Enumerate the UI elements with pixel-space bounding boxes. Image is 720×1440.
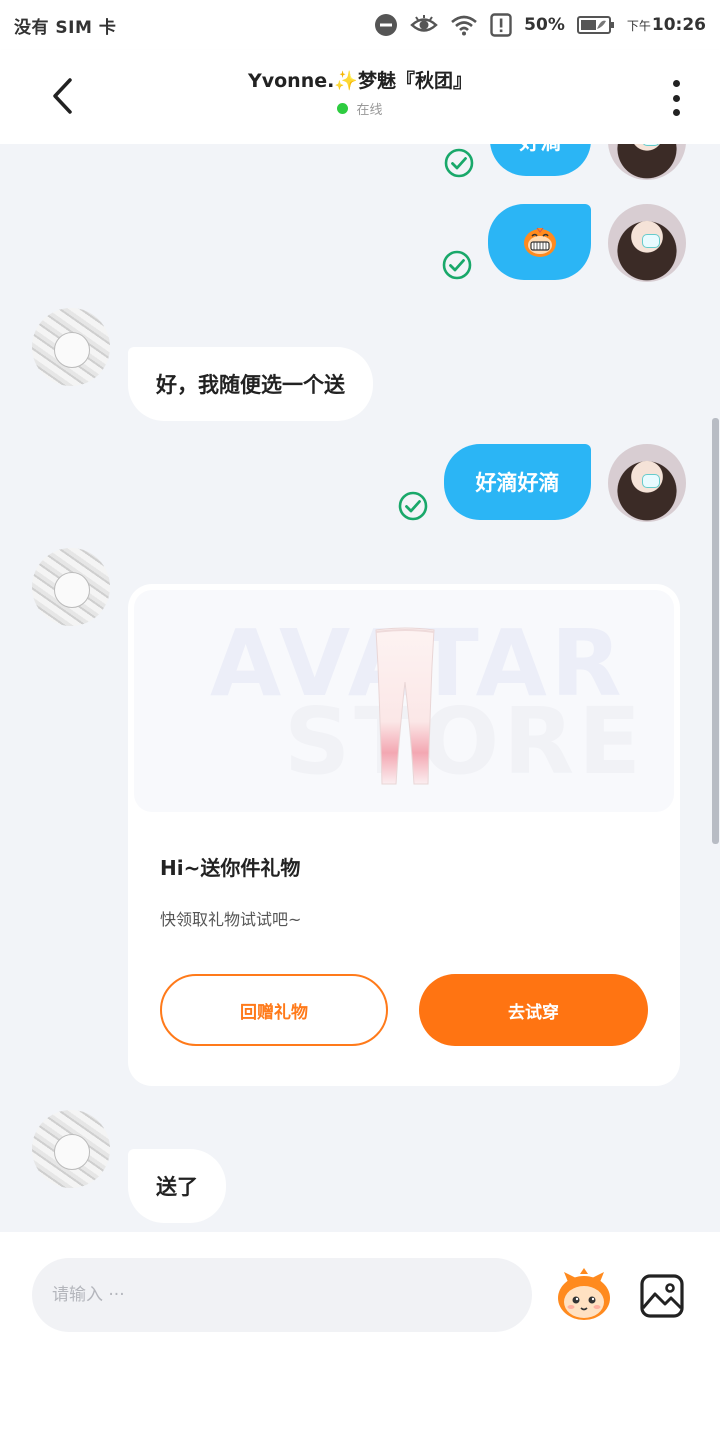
do-not-disturb-icon [374, 13, 398, 37]
avatar[interactable] [608, 144, 686, 180]
chat-title[interactable]: Yvonne.✨梦魅『秋团』 [140, 66, 580, 93]
message-bubble[interactable]: 好滴好滴 [444, 444, 591, 520]
gift-card[interactable]: AVATAR STORE Hi~送你件礼物 快领取礼物试试吧~ 回赠礼物 去试穿 [128, 584, 680, 1086]
avatar[interactable] [608, 444, 686, 522]
sticker-message-bubble[interactable] [488, 204, 591, 280]
store-watermark: STORE [284, 688, 645, 795]
time-value: 10:26 [651, 15, 706, 35]
scrollbar[interactable] [712, 418, 719, 844]
read-check-icon [442, 250, 472, 280]
online-dot-icon [337, 103, 349, 114]
clock: 下午10:26 [627, 15, 706, 35]
leggings-gift-icon [375, 627, 435, 785]
message-text: 送了 [156, 1175, 198, 1199]
emoji-button[interactable] [554, 1268, 614, 1324]
image-icon [640, 1274, 684, 1318]
more-dot-icon [672, 80, 680, 87]
avatar[interactable] [608, 204, 686, 282]
message-text: 好，我随便选一个送 [156, 373, 345, 397]
battery-icon [576, 15, 615, 35]
read-check-icon [398, 491, 428, 521]
input-bar [0, 1232, 720, 1440]
gift-image[interactable]: AVATAR STORE [134, 590, 674, 812]
avatar[interactable] [32, 548, 110, 626]
chevron-left-icon [53, 78, 72, 114]
wifi-icon [450, 14, 478, 36]
message-input[interactable] [32, 1258, 532, 1332]
avatar[interactable] [32, 1110, 110, 1188]
message-bubble[interactable]: 送了 [128, 1149, 226, 1223]
chat-header: Yvonne.✨梦魅『秋团』 在线 [0, 50, 720, 144]
online-status-text: 在线 [356, 103, 383, 118]
time-prefix: 下午 [626, 19, 651, 33]
mascot-emoji-icon [558, 1268, 610, 1320]
status-bar: 没有 SIM 卡 50% 下午10:26 [0, 0, 720, 50]
alert-icon [490, 13, 512, 37]
message-bubble[interactable]: 好，我随便选一个送 [128, 347, 373, 421]
more-dot-icon [672, 109, 680, 116]
try-on-button[interactable]: 去试穿 [419, 974, 648, 1046]
message-text: 好滴 [520, 144, 562, 156]
gift-title: Hi~送你件礼物 [160, 856, 301, 880]
more-dot-icon [672, 94, 680, 102]
more-options-button[interactable] [662, 78, 690, 118]
return-gift-button[interactable]: 回赠礼物 [160, 974, 388, 1046]
chat-message-list[interactable]: 好滴 好，我随便选一个送 好滴好滴 AVATAR STORE [0, 144, 720, 1232]
message-bubble[interactable]: 好滴 [490, 144, 591, 176]
carrier-text: 没有 SIM 卡 [14, 17, 117, 38]
eye-icon [410, 14, 438, 36]
online-status: 在线 [140, 99, 580, 118]
avatar[interactable] [32, 308, 110, 386]
gift-description: 快领取礼物试试吧~ [160, 910, 302, 929]
image-button[interactable] [638, 1272, 686, 1320]
message-text: 好滴好滴 [475, 471, 560, 495]
read-check-icon [444, 148, 474, 178]
grinning-monkey-sticker-icon [523, 227, 556, 257]
back-button[interactable] [40, 72, 84, 120]
battery-percent: 50% [524, 15, 565, 35]
